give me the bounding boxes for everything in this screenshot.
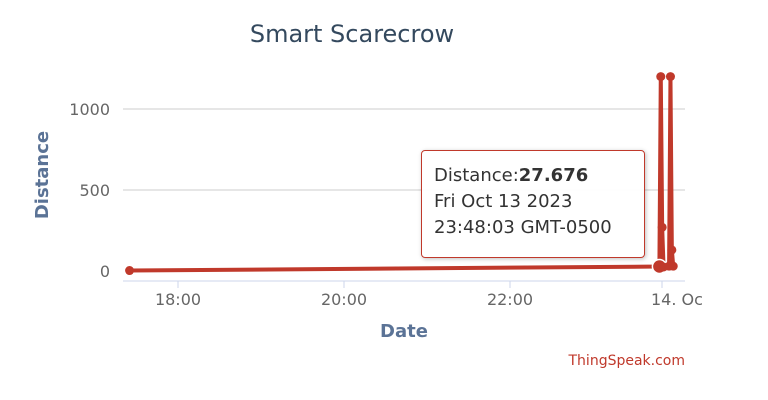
tooltip-value: 27.676 — [518, 165, 589, 186]
y-tick-label: 500 — [79, 181, 110, 200]
chart: Smart Scarecrow 0 500 1000 18:00 20:00 22:00… — [32, 20, 703, 369]
tooltip-label: Distance: — [434, 165, 519, 186]
y-axis-title: Distance — [32, 131, 53, 219]
data-point[interactable] — [668, 261, 678, 271]
y-tick-label: 1000 — [69, 100, 110, 119]
x-tick-label: 22:00 — [487, 290, 533, 309]
y-tick-label: 0 — [100, 262, 110, 281]
x-tick-label: 14. Oc — [651, 290, 703, 309]
x-tick-label: 18:00 — [155, 290, 201, 309]
y-axis-ticks: 0 500 1000 — [69, 100, 110, 281]
data-point[interactable] — [125, 266, 135, 276]
x-axis-ticks: 18:00 20:00 22:00 14. Oc — [155, 281, 703, 309]
credit-link[interactable]: ThingSpeak.com — [568, 353, 686, 369]
tooltip-time: 23:48:03 GMT-0500 — [434, 217, 612, 238]
chart-title: Smart Scarecrow — [250, 20, 454, 48]
data-point[interactable] — [665, 72, 675, 82]
data-point[interactable] — [656, 72, 666, 82]
tooltip: Distance:27.676 Fri Oct 13 2023 23:48:03… — [421, 150, 645, 258]
data-point[interactable] — [667, 245, 677, 255]
tooltip-value-line: Distance:27.676 — [434, 163, 632, 189]
tooltip-date: Fri Oct 13 2023 — [434, 191, 573, 212]
data-point[interactable] — [657, 222, 667, 232]
x-axis-title: Date — [380, 321, 428, 342]
x-tick-label: 20:00 — [321, 290, 367, 309]
